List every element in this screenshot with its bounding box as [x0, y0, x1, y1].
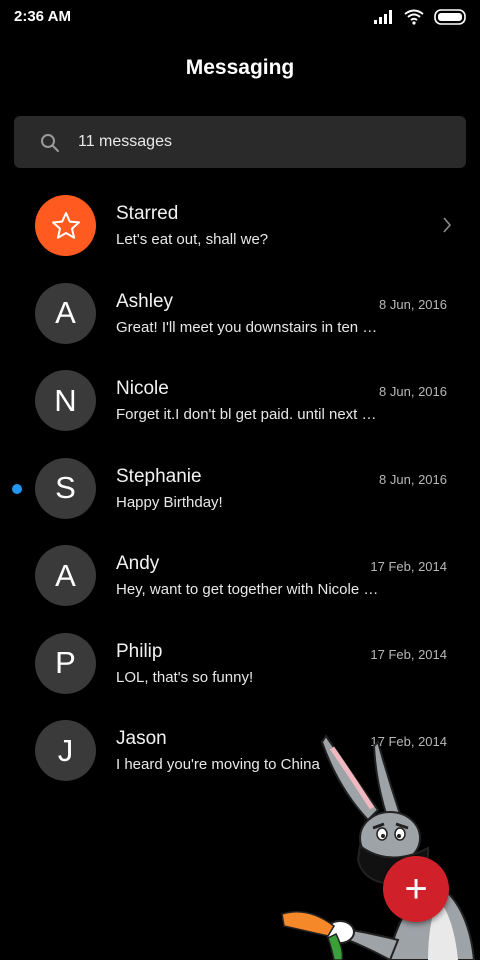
avatar: A [35, 545, 96, 606]
conversation-name: Starred [116, 203, 179, 224]
wifi-icon [404, 9, 424, 25]
battery-icon [434, 9, 466, 25]
conversation-name: Nicole [116, 378, 169, 399]
conversation-item[interactable]: P Philip 17 Feb, 2014 LOL, that's so fun… [0, 621, 480, 709]
conversation-date: 8 Jun, 2016 [379, 471, 447, 487]
search-bar[interactable]: 11 messages [14, 116, 466, 168]
conversation-item[interactable]: S Stephanie 8 Jun, 2016 Happy Birthday! [0, 446, 480, 534]
conversation-preview: Hey, want to get together with Nicole … [116, 581, 379, 598]
conversation-preview: Great! I'll meet you downstairs in ten … [116, 318, 378, 336]
avatar: J [35, 720, 96, 781]
conversation-date: 17 Feb, 2014 [370, 646, 447, 662]
unread-indicator [12, 483, 22, 494]
conversation-item[interactable]: A Ashley 8 Jun, 2016 Great! I'll meet yo… [0, 271, 480, 359]
conversation-name: Philip [116, 640, 163, 662]
avatar: S [35, 457, 96, 519]
starred-avatar [35, 195, 96, 256]
search-summary: 11 messages [78, 133, 172, 150]
conversation-list: Starred Let's eat out, shall we? A Ashle… [0, 183, 480, 796]
conversation-item[interactable]: A Andy 17 Feb, 2014 Hey, want to get tog… [0, 533, 480, 621]
search-icon [41, 134, 59, 152]
conversation-name: Ashley [116, 290, 174, 312]
chevron-right-icon [443, 217, 452, 233]
conversation-preview: Forget it.I don't bl get paid. until nex… [116, 406, 377, 423]
conversation-date: 8 Jun, 2016 [379, 296, 447, 312]
conversation-name: Jason [116, 728, 167, 749]
conversation-preview: LOL, that's so funny! [116, 668, 254, 686]
conversation-name: Andy [116, 553, 160, 574]
status-bar: 2:36 AM [0, 0, 480, 34]
avatar: N [35, 370, 96, 431]
page-title: Messaging [185, 56, 295, 79]
conversation-item[interactable]: N Nicole 8 Jun, 2016 Forget it.I don't b… [0, 358, 480, 446]
conversation-date: 8 Jun, 2016 [379, 384, 447, 399]
signal-icon [374, 10, 392, 24]
conversation-name: Stephanie [116, 465, 202, 487]
avatar: A [35, 282, 96, 344]
new-message-button[interactable]: + [383, 856, 449, 922]
star-icon [51, 211, 80, 239]
avatar: P [35, 632, 96, 694]
conversation-item-starred[interactable]: Starred Let's eat out, shall we? [0, 183, 480, 271]
rabbit-mascot-decoration [281, 734, 476, 960]
conversation-preview: Happy Birthday! [116, 493, 223, 511]
conversation-preview: Let's eat out, shall we? [116, 231, 269, 248]
status-time: 2:36 AM [14, 8, 71, 25]
conversation-date: 17 Feb, 2014 [370, 559, 447, 574]
status-icons [374, 8, 466, 26]
